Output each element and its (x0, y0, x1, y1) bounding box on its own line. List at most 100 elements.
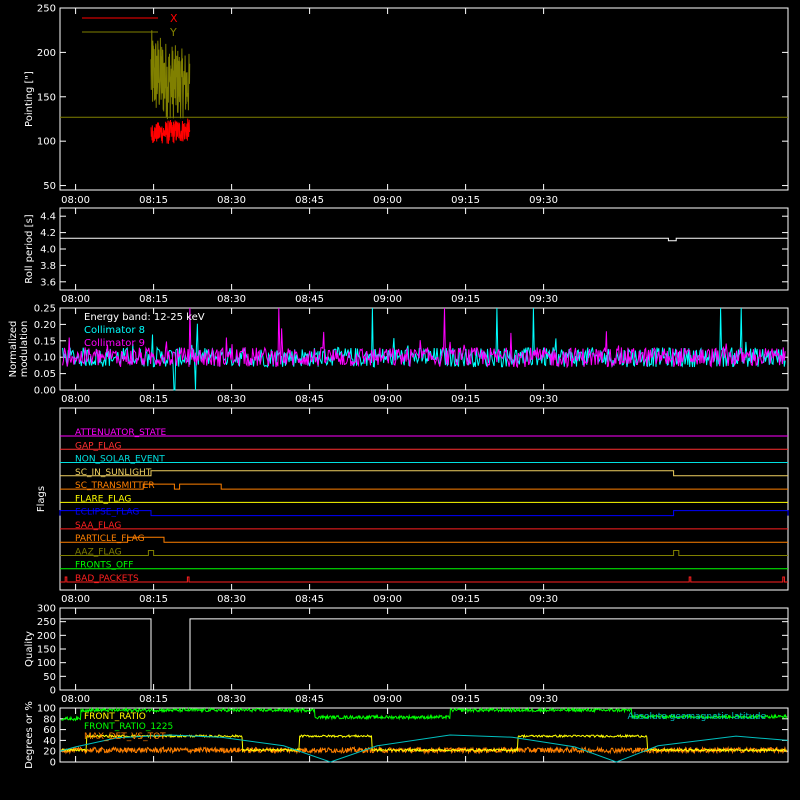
flag-label-non-solar-event: NON_SOLAR_EVENT (75, 455, 165, 465)
x-tick-label: 08:30 (217, 394, 246, 405)
x-tick-label: 08:30 (217, 294, 246, 305)
x-tick-label: 09:00 (373, 294, 402, 305)
x-tick-label: 08:15 (139, 594, 168, 605)
y-axis-label: Roll period [s] (24, 214, 35, 283)
x-tick-label: 08:30 (217, 594, 246, 605)
panel-3: 08:00 08:15 08:30 08:45 09:00 09:15 09:30 0.25 0… (8, 304, 789, 405)
y-tick-label: 60 (43, 725, 56, 736)
x-tick-label: 08:15 (139, 394, 168, 405)
x-tick-label: 08:15 (139, 294, 168, 305)
x-tick-label: 09:00 (373, 594, 402, 605)
y-axis-label: Pointing ["] (24, 71, 35, 127)
flag-line-bad-packets (60, 576, 788, 583)
flag-label-particle-flag: PARTICLE_FLAG (75, 534, 145, 544)
x-tick-label: 08:45 (295, 294, 324, 305)
x-tick-label: 09:15 (451, 394, 480, 405)
plot-frame (59, 607, 789, 691)
legend-label-max-det-vs-tot: MAX_DET_VS_TOT (84, 732, 166, 742)
y-tick-label: 3.6 (40, 277, 56, 288)
flag-label-saa-flag: SAA_FLAG (75, 521, 121, 531)
flag-label-attenuator-state: ATTENUATOR_STATE (75, 428, 167, 438)
y-tick-label: 50 (43, 181, 56, 192)
flag-label-aaz-flag: AAZ_FLAG (75, 547, 122, 557)
y-tick-label: 3.8 (40, 261, 56, 272)
flag-label-sc-in-sunlight: SC_IN_SUNLIGHT (75, 468, 152, 478)
y-tick-label: 80 (43, 714, 56, 725)
x-tick-label: 09:00 (373, 694, 402, 705)
legend-label-collimator-8: Collimator 8 (84, 325, 145, 336)
y-tick-label: 200 (37, 631, 56, 642)
flag-label-bad-packets: BAD_PACKETS (75, 574, 139, 584)
legend-label-collimator-9: Collimator 9 (84, 338, 145, 349)
x-tick-label: 09:15 (451, 294, 480, 305)
y-tick-label: 0.25 (34, 304, 56, 315)
energy-band-label: Energy band: 12-25 keV (84, 312, 205, 323)
x-tick-label: 09:30 (529, 594, 558, 605)
y-tick-label: 0.10 (34, 353, 56, 364)
flag-label-eclipse-flag: ECLIPSE_FLAG (75, 508, 139, 518)
series-x (150, 118, 191, 144)
y-tick-label: 0 (50, 758, 56, 769)
y-tick-label: 4.2 (40, 228, 56, 239)
x-tick-label: 08:00 (61, 694, 90, 705)
y-tick-label: 0 (50, 686, 56, 697)
flag-line-sc-transmitter (60, 483, 788, 490)
panel-4: 08:00 08:15 08:30 08:45 09:00 09:15 09:30 Flags… (36, 407, 789, 605)
y-tick-label: 100 (37, 704, 56, 715)
x-tick-label: 08:45 (295, 394, 324, 405)
flag-label-sc-transmitter: SC_TRANSMITTER (75, 481, 155, 491)
flag-label-flare-flag: FLARE_FLAG (75, 494, 131, 504)
x-tick-label: 09:30 (529, 294, 558, 305)
x-tick-label: 08:15 (139, 694, 168, 705)
y-tick-label: 0.05 (34, 369, 56, 380)
x-tick-label: 08:30 (217, 694, 246, 705)
y-tick-label: 20 (43, 747, 56, 758)
x-tick-label: 09:15 (451, 694, 480, 705)
flag-line-eclipse-flag (59, 510, 789, 517)
flag-label-gap-flag: GAP_FLAG (75, 441, 121, 451)
y-tick-label: 40 (43, 736, 56, 747)
y-tick-label: 150 (37, 645, 56, 656)
y-axis-label: Degrees or % (24, 701, 35, 769)
plot-frame (59, 207, 789, 291)
y-axis-label: Quality (24, 631, 35, 667)
y-tick-label: 4.4 (40, 212, 56, 223)
y-tick-label: 250 (37, 4, 56, 15)
x-tick-label: 09:00 (373, 394, 402, 405)
legend-label-x: X (170, 12, 178, 25)
plot-frame (59, 407, 789, 591)
panel-2: 08:00 08:15 08:30 08:45 09:00 09:15 09:30 4.4 4.… (24, 207, 789, 305)
flag-line-sc-in-sunlight (60, 470, 788, 477)
x-tick-label: 09:30 (529, 394, 558, 405)
y-tick-label: 0.15 (34, 336, 56, 347)
x-tick-label: 09:30 (529, 195, 558, 206)
panel-5: 08:00 08:15 08:30 08:45 09:00 09:15 09:30 300 25… (24, 604, 789, 705)
y-axis-label: Normalized (8, 321, 19, 378)
y-tick-label: 0.00 (34, 386, 56, 397)
x-tick-label: 08:45 (295, 195, 324, 206)
legend-label-front-ratio-1225: FRONT_RATIO_1225 (84, 722, 173, 732)
y-axis-label: Flags (36, 486, 47, 512)
y-tick-label: 150 (37, 92, 56, 103)
x-tick-label: 09:15 (451, 195, 480, 206)
y-tick-label: 4.0 (40, 245, 56, 256)
y-tick-label: 50 (43, 672, 56, 683)
x-tick-label: 08:00 (61, 294, 90, 305)
x-tick-label: 08:00 (61, 594, 90, 605)
quicklook-plot: 08:00 08:15 08:30 08:45 09:00 09:15 09:30 50 100… (8, 4, 789, 769)
legend-label-geomagnetic-latitude: Absolute geomagnetic latitude (627, 712, 766, 722)
y-axis-label: modulation (19, 321, 30, 378)
y-tick-label: 0.20 (34, 320, 56, 331)
y-tick-label: 100 (37, 137, 56, 148)
panel-1: 08:00 08:15 08:30 08:45 09:00 09:15 09:30 50 100… (24, 4, 789, 206)
series-y (150, 30, 191, 120)
series-roll-period (60, 237, 788, 242)
x-tick-label: 08:45 (295, 594, 324, 605)
series-geomagnetic-latitude (59, 734, 789, 763)
y-tick-label: 100 (37, 658, 56, 669)
x-tick-label: 08:00 (61, 394, 90, 405)
x-tick-label: 08:15 (139, 195, 168, 206)
x-tick-label: 08:00 (61, 195, 90, 206)
y-tick-label: 200 (37, 48, 56, 59)
y-tick-label: 300 (37, 604, 56, 615)
